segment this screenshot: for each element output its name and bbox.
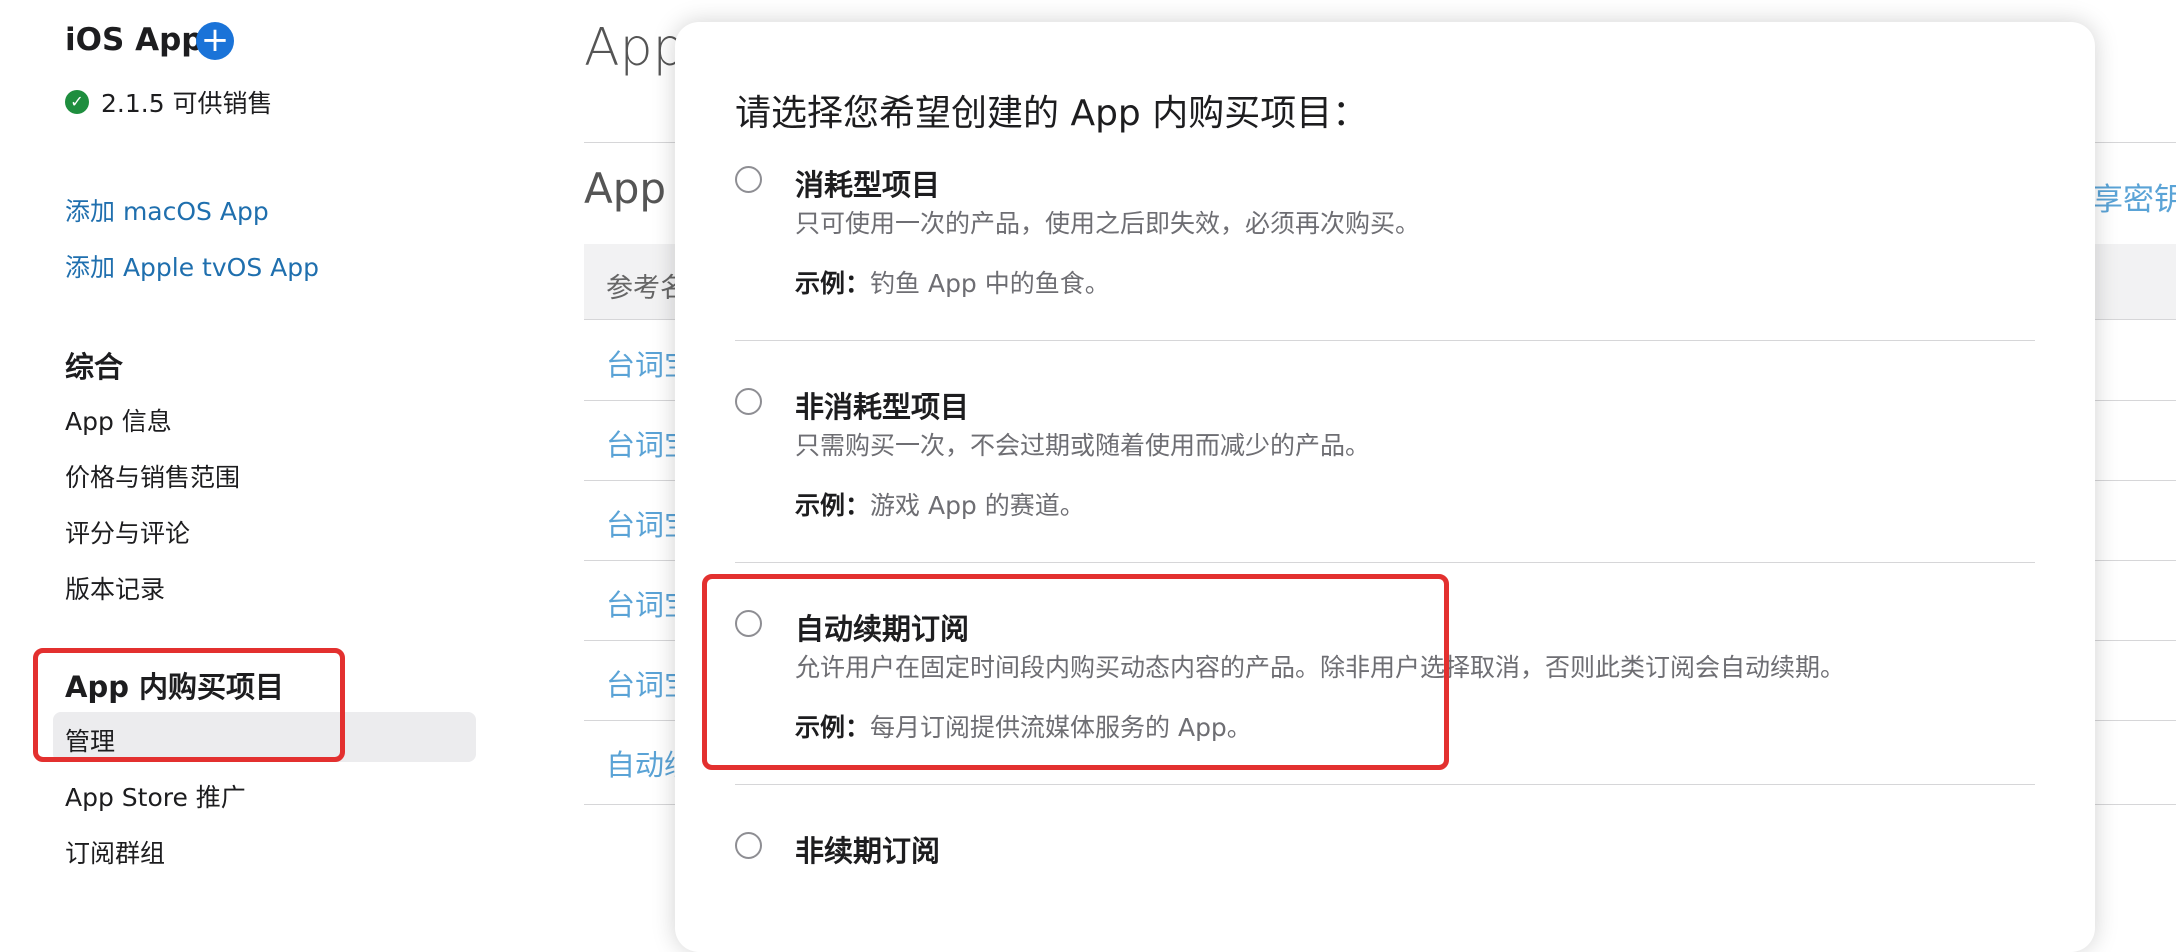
- general-heading: 综合: [65, 350, 124, 384]
- page-title: App: [584, 18, 686, 78]
- sidebar-item-ratings[interactable]: 评分与评论: [65, 514, 190, 550]
- sidebar-item-pricing[interactable]: 价格与销售范围: [65, 458, 240, 494]
- add-macos-app-link[interactable]: 添加 macOS App: [65, 192, 269, 228]
- option-divider: [735, 784, 2035, 785]
- section-title: App: [584, 164, 667, 213]
- plus-circle-icon: +: [200, 20, 230, 60]
- version-status-text: 2.1.5 可供销售: [101, 89, 273, 118]
- sidebar-item-app-store-promotion[interactable]: App Store 推广: [65, 778, 246, 814]
- radio-non-consumable[interactable]: [735, 388, 762, 415]
- checkmark-circle-icon: ✓: [65, 90, 89, 114]
- example-label: 示例：: [795, 269, 871, 298]
- highlight-annotation-sidebar: [33, 648, 345, 762]
- add-app-button[interactable]: +: [196, 22, 234, 60]
- option-title: 非消耗型项目: [795, 390, 970, 424]
- app-title: iOS App: [65, 22, 204, 58]
- sidebar-item-subscription-groups[interactable]: 订阅群组: [65, 834, 165, 870]
- option-title: 消耗型项目: [795, 168, 941, 202]
- option-example: 示例：钓鱼 App 中的鱼食。: [795, 264, 1110, 300]
- highlight-annotation-option: [702, 574, 1449, 770]
- sidebar-item-version-history[interactable]: 版本记录: [65, 570, 165, 606]
- example-text: 游戏 App 的赛道。: [870, 491, 1085, 520]
- shared-secret-link[interactable]: 享密钥: [2092, 174, 2176, 219]
- example-label: 示例：: [795, 491, 871, 520]
- option-description: 只可使用一次的产品，使用之后即失效，必须再次购买。: [795, 209, 1421, 238]
- version-status: ✓ 2.1.5 可供销售: [65, 84, 273, 120]
- option-divider: [735, 340, 2035, 341]
- sidebar: iOS App + ✓ 2.1.5 可供销售 添加 macOS App 添加 A…: [0, 0, 520, 932]
- option-description: 只需购买一次，不会过期或随着使用而减少的产品。: [795, 431, 1371, 460]
- radio-non-renewing-subscription[interactable]: [735, 832, 762, 859]
- sidebar-item-app-info[interactable]: App 信息: [65, 402, 172, 438]
- modal-title: 请选择您希望创建的 App 内购买项目：: [735, 93, 1369, 134]
- example-text: 钓鱼 App 中的鱼食。: [870, 269, 1110, 298]
- option-example: 示例：游戏 App 的赛道。: [795, 486, 1085, 522]
- option-divider: [735, 562, 2035, 563]
- add-tvos-app-link[interactable]: 添加 Apple tvOS App: [65, 248, 319, 284]
- radio-consumable[interactable]: [735, 166, 762, 193]
- iap-type-modal: 请选择您希望创建的 App 内购买项目： 消耗型项目 只可使用一次的产品，使用之…: [675, 22, 2095, 952]
- option-title: 非续期订阅: [795, 834, 941, 868]
